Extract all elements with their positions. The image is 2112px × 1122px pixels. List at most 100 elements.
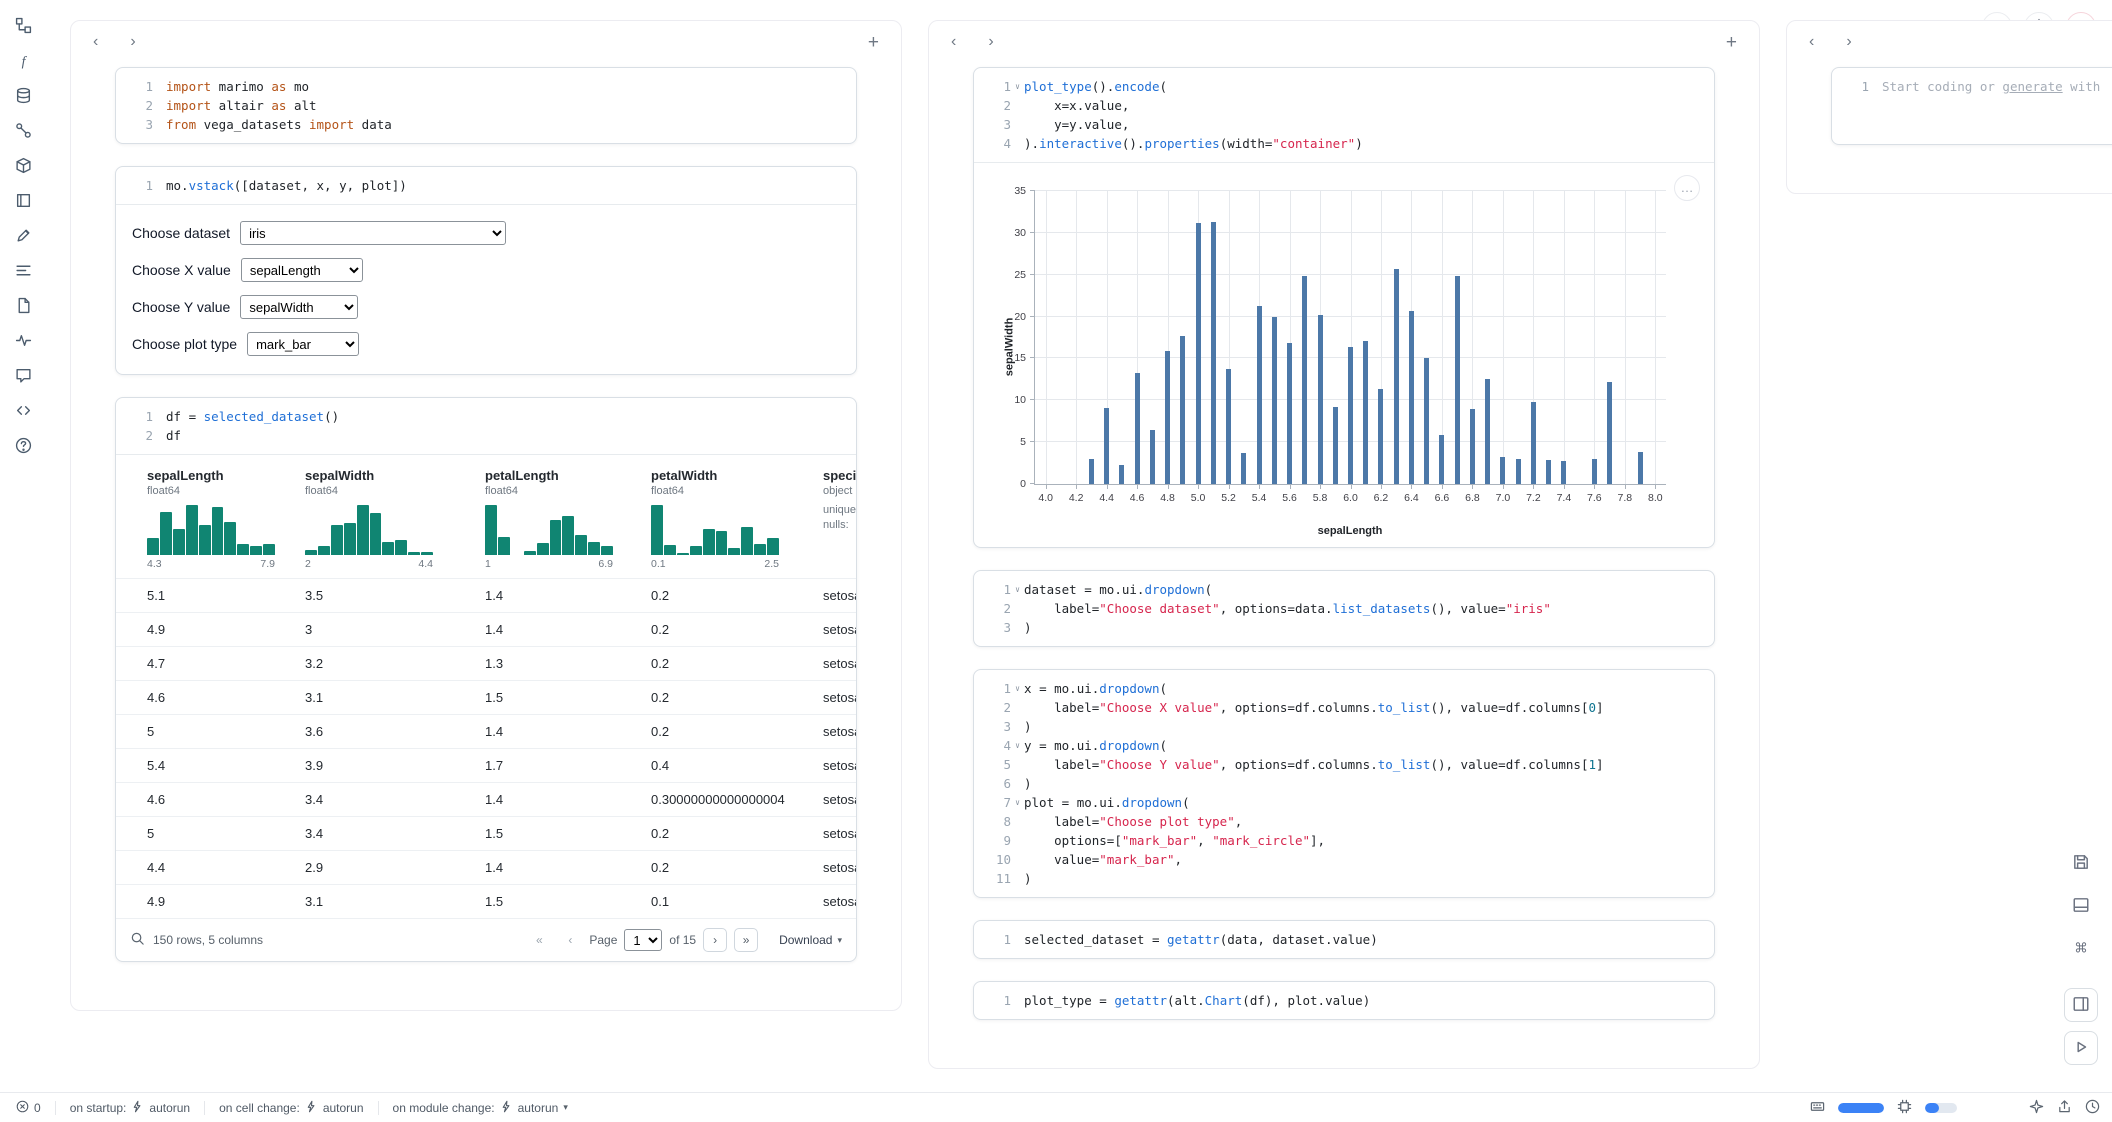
table-body: 5.13.51.40.2setosa4.931.40.2setosa4.73.2… — [116, 578, 856, 918]
table-row[interactable]: 4.63.41.40.30000000000000004setosa — [116, 782, 856, 816]
y-tick-label: 20 — [1014, 311, 1026, 323]
sidebar-documentation-button[interactable] — [10, 189, 36, 215]
code-editor-vstack[interactable]: 1mo.vstack([dataset, x, y, plot]) — [116, 167, 856, 204]
dataset-select[interactable]: iris — [240, 221, 506, 245]
code-editor-empty[interactable]: 1 Start coding or generate with — [1832, 68, 2112, 105]
history-button[interactable] — [2085, 1099, 2100, 1117]
x-value-select[interactable]: sepalLength — [241, 258, 363, 282]
run-setting-on-startup[interactable]: on startup:autorun — [66, 1100, 194, 1116]
sidebar-datasources-button[interactable] — [10, 84, 36, 110]
sidebar-snippets-button[interactable] — [10, 399, 36, 425]
x-tick-label: 8.0 — [1648, 492, 1663, 504]
add-cell-button[interactable]: + — [864, 31, 883, 54]
minimap-button[interactable] — [2064, 988, 2098, 1022]
code-line: 5 label="Choose Y value", options=df.col… — [978, 755, 1704, 774]
dataframe-table: sepalLengthfloat644.37.9sepalWidthfloat6… — [116, 454, 856, 961]
generate-with-ai-link[interactable]: generate — [2002, 79, 2062, 94]
errors-indicator[interactable]: 0 — [12, 1100, 45, 1116]
sidebar-variables-button[interactable] — [10, 119, 36, 145]
fold-toggle-icon[interactable]: ∨ — [1011, 679, 1024, 698]
ai-assistant-button[interactable] — [2029, 1099, 2044, 1117]
share-button[interactable] — [2057, 1099, 2072, 1117]
sidebar-chat-button[interactable] — [10, 364, 36, 390]
run-all-button[interactable] — [2064, 1031, 2098, 1065]
code-editor-plot[interactable]: 1∨plot_type().encode(2 x=x.value,3 y=y.v… — [974, 68, 1714, 162]
column-scroll-left-button[interactable]: ‹ — [947, 32, 960, 52]
code-editor-selected[interactable]: 1selected_dataset = getattr(data, datase… — [974, 921, 1714, 958]
column-scroll-right-button[interactable]: › — [984, 32, 997, 52]
table-row[interactable]: 53.61.40.2setosa — [116, 714, 856, 748]
sidebar-file-explorer-button[interactable] — [10, 14, 36, 40]
column-stat-label: nulls: — [823, 518, 856, 533]
code-editor-dataset[interactable]: 1∨dataset = mo.ui.dropdown(2 label="Choo… — [974, 571, 1714, 646]
code-line: 4).interactive().properties(width="conta… — [978, 134, 1704, 153]
lightning-icon — [305, 1100, 318, 1116]
table-cell: 1.4 — [485, 588, 651, 603]
last-page-button[interactable]: » — [734, 928, 758, 952]
code-editor-plot-type[interactable]: 1plot_type = getattr(alt.Chart(df), plot… — [974, 982, 1714, 1019]
panel-layout-button[interactable] — [2064, 889, 2098, 923]
table-column-header[interactable]: petalWidthfloat640.12.5 — [651, 455, 823, 578]
table-column-header[interactable]: petalLengthfloat6416.9 — [485, 455, 651, 578]
run-setting-on-cell-change[interactable]: on cell change:autorun — [215, 1100, 367, 1116]
table-row[interactable]: 5.13.51.40.2setosa — [116, 578, 856, 612]
control-label: Choose Y value — [132, 299, 230, 315]
table-search-button[interactable] — [130, 931, 145, 949]
code-editor-df[interactable]: 1df = selected_dataset()2df — [116, 398, 856, 454]
cell-plot-type: 1plot_type = getattr(alt.Chart(df), plot… — [973, 981, 1715, 1020]
chart-bar — [1470, 409, 1475, 484]
x-tick-label: 7.6 — [1587, 492, 1602, 504]
add-cell-button[interactable]: + — [1722, 31, 1741, 54]
sidebar-help-button[interactable] — [10, 434, 36, 460]
sidebar-scratchpad-button[interactable] — [10, 224, 36, 250]
fold-toggle-icon[interactable]: ∨ — [1011, 793, 1024, 812]
sidebar-functions-button[interactable]: f — [10, 49, 36, 75]
chart-bar — [1394, 269, 1399, 484]
export-button[interactable] — [2064, 846, 2098, 880]
control-row: Choose datasetiris — [132, 221, 840, 245]
sidebar-logs-button[interactable] — [10, 329, 36, 355]
command-palette-icon: ⌘ — [2072, 939, 2090, 960]
table-row[interactable]: 4.93.11.50.1setosa — [116, 884, 856, 918]
chevron-down-icon: ▾ — [837, 935, 842, 946]
column-scroll-right-button[interactable]: › — [126, 32, 139, 52]
table-row[interactable]: 4.931.40.2setosa — [116, 612, 856, 646]
fold-toggle-icon[interactable]: ∨ — [1011, 77, 1024, 96]
column-scroll-right-button[interactable]: › — [1842, 32, 1855, 52]
table-column-header[interactable]: sepalWidthfloat6424.4 — [305, 455, 485, 578]
column-scroll-left-button[interactable]: ‹ — [1805, 32, 1818, 52]
fold-toggle-icon[interactable]: ∨ — [1011, 580, 1024, 599]
run-setting-on-module-change[interactable]: on module change:autorun▾ — [389, 1100, 572, 1116]
sidebar-annotate-button[interactable] — [10, 294, 36, 320]
first-page-button[interactable]: « — [527, 928, 551, 952]
column-scroll-left-button[interactable]: ‹ — [89, 32, 102, 52]
sidebar-outline-button[interactable] — [10, 259, 36, 285]
column-histogram — [305, 503, 433, 555]
code-editor-imports[interactable]: 1import marimo as mo2import altair as al… — [116, 68, 856, 143]
table-column-header[interactable]: sepalLengthfloat644.37.9 — [147, 455, 305, 578]
table-cell: 0.2 — [651, 588, 823, 603]
table-cell: 2.9 — [305, 860, 485, 875]
plot-type-select[interactable]: mark_bar — [247, 332, 359, 356]
code-editor-xyplot[interactable]: 1∨x = mo.ui.dropdown(2 label="Choose X v… — [974, 670, 1714, 897]
next-page-button[interactable]: › — [703, 928, 727, 952]
download-button[interactable]: Download ▾ — [779, 933, 842, 947]
table-cell: 3.9 — [305, 758, 485, 773]
fold-toggle-icon[interactable]: ∨ — [1011, 736, 1024, 755]
line-number: 5 — [1003, 755, 1011, 774]
prev-page-button[interactable]: ‹ — [558, 928, 582, 952]
table-row[interactable]: 5.43.91.70.4setosa — [116, 748, 856, 782]
table-cell: 0.2 — [651, 724, 823, 739]
y-value-select[interactable]: sepalWidth — [240, 295, 358, 319]
table-row[interactable]: 4.63.11.50.2setosa — [116, 680, 856, 714]
page-select[interactable]: 1 — [624, 929, 662, 951]
code-line: 2df — [120, 426, 846, 445]
table-row[interactable]: 4.73.21.30.2setosa — [116, 646, 856, 680]
keyboard-shortcuts-button[interactable] — [1810, 1099, 1825, 1117]
table-row[interactable]: 4.42.91.40.2setosa — [116, 850, 856, 884]
memory-button[interactable] — [1897, 1099, 1912, 1117]
table-row[interactable]: 53.41.50.2setosa — [116, 816, 856, 850]
sidebar-packages-button[interactable] — [10, 154, 36, 180]
table-column-header[interactable]: speciesobjectunique:nulls: — [823, 455, 856, 578]
command-palette-button[interactable]: ⌘ — [2064, 932, 2098, 966]
